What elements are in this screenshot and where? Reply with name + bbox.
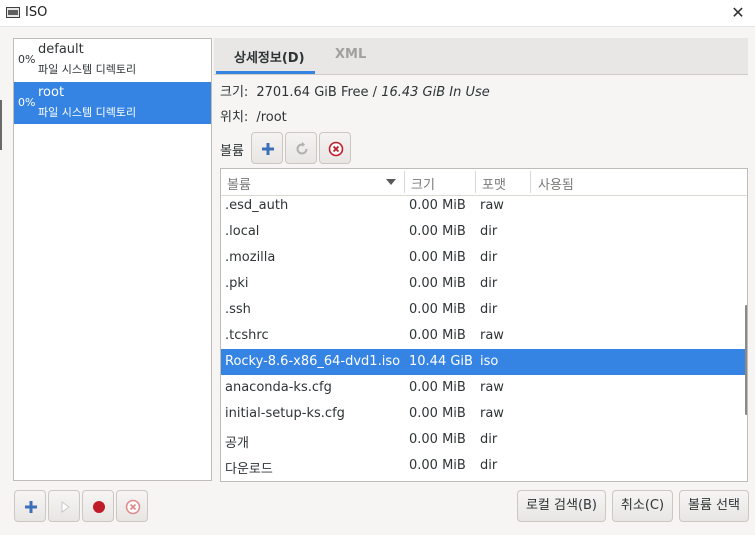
table-row-selected[interactable]: Rocky-8.6-x86_64-dvd1.iso 10.44 GiB iso (221, 349, 747, 375)
stop-icon (93, 501, 105, 513)
column-header-volume[interactable]: 볼륨 (227, 174, 251, 193)
vertical-scrollbar[interactable] (745, 305, 747, 415)
add-icon (262, 143, 274, 155)
volume-name: .pki (225, 276, 249, 291)
add-icon (25, 501, 37, 513)
add-pool-button[interactable] (14, 490, 46, 522)
location-row: 위치: /root (220, 106, 287, 125)
volume-format: dir (480, 302, 498, 317)
volume-size: 0.00 MiB (409, 276, 466, 291)
pool-usage: 0% (18, 96, 36, 109)
volume-format: dir (480, 224, 498, 239)
column-header-size[interactable]: 크기 (411, 174, 435, 193)
location-value: /root (256, 110, 287, 125)
delete-icon (328, 141, 344, 157)
sort-descending-icon (386, 179, 396, 185)
table-row[interactable]: .mozilla 0.00 MiB dir (221, 245, 747, 271)
table-row[interactable]: initial-setup-ks.cfg 0.00 MiB raw (221, 401, 747, 427)
volume-name: initial-setup-ks.cfg (225, 406, 345, 421)
tab-details[interactable]: 상세정보(D) (234, 47, 305, 66)
size-label: 크기: (220, 85, 249, 100)
volume-format: dir (480, 250, 498, 265)
volume-name: anaconda-ks.cfg (225, 380, 332, 395)
volume-size: 0.00 MiB (409, 302, 466, 317)
title-bar: ISO ✕ (0, 0, 755, 27)
window-title: ISO (25, 5, 48, 20)
window-edge (0, 100, 2, 150)
volume-size: 0.00 MiB (409, 250, 466, 265)
volume-name: Rocky-8.6-x86_64-dvd1.iso (225, 354, 401, 369)
volume-size: 0.00 MiB (409, 406, 466, 421)
delete-pool-button[interactable] (116, 490, 148, 522)
column-header-used[interactable]: 사용됨 (538, 174, 574, 193)
table-row[interactable]: anaconda-ks.cfg 0.00 MiB raw (221, 375, 747, 401)
play-icon (61, 501, 70, 513)
table-row[interactable]: .ssh 0.00 MiB dir (221, 297, 747, 323)
detail-tabs: 상세정보(D) XML (214, 38, 748, 75)
table-row[interactable]: .esd_auth 0.00 MiB raw (221, 193, 747, 219)
volume-size: 0.00 MiB (409, 224, 466, 239)
column-divider (404, 171, 405, 193)
volume-name: .mozilla (225, 250, 276, 265)
table-header: 볼륨 크기 포맷 사용됨 (221, 169, 747, 196)
volume-format: dir (480, 432, 498, 447)
volume-size: 0.00 MiB (409, 380, 466, 395)
refresh-icon (296, 142, 308, 155)
table-row[interactable]: 다운로드 0.00 MiB dir (221, 453, 747, 479)
active-tab-indicator (216, 71, 315, 74)
pool-item-default[interactable]: 0% default 파일 시스템 디렉토리 (14, 39, 211, 81)
pool-type: 파일 시스템 디렉토리 (38, 106, 137, 119)
volume-size: 0.00 MiB (409, 328, 466, 343)
cancel-button[interactable]: 취소(C) (612, 490, 673, 522)
app-icon (6, 7, 20, 18)
table-row[interactable]: .tcshrc 0.00 MiB raw (221, 323, 747, 349)
volume-table[interactable]: 볼륨 크기 포맷 사용됨 .esd_auth 0.00 MiB raw .loc… (220, 168, 748, 482)
browse-local-button[interactable]: 로컬 검색(B) (517, 490, 606, 522)
volume-size: 10.44 GiB (409, 354, 473, 369)
tab-xml[interactable]: XML (335, 47, 366, 62)
add-volume-button[interactable] (251, 132, 283, 164)
pool-name: root (38, 85, 65, 100)
volume-name: 다운로드 (225, 462, 273, 477)
start-pool-button[interactable] (48, 490, 80, 522)
choose-volume-button[interactable]: 볼륨 선택 (679, 490, 749, 522)
column-divider (530, 171, 531, 193)
volume-name: .local (225, 224, 260, 239)
size-free: 2701.64 GiB Free (256, 85, 369, 100)
size-separator: / (368, 85, 382, 100)
size-row: 크기: 2701.64 GiB Free / 16.43 GiB In Use (220, 81, 490, 100)
pool-usage: 0% (18, 53, 36, 66)
column-divider (475, 171, 476, 193)
table-row[interactable]: .pki 0.00 MiB dir (221, 271, 747, 297)
volumes-label: 볼륨 (220, 144, 244, 159)
volume-format: iso (480, 354, 499, 369)
volume-name: .ssh (225, 302, 251, 317)
volume-name: .tcshrc (225, 328, 269, 343)
table-row[interactable]: .local 0.00 MiB dir (221, 219, 747, 245)
volume-name: .esd_auth (225, 198, 289, 213)
stop-pool-button[interactable] (82, 490, 114, 522)
volume-format: dir (480, 276, 498, 291)
volume-size: 0.00 MiB (409, 432, 466, 447)
pool-type: 파일 시스템 디렉토리 (38, 63, 137, 76)
delete-icon (125, 499, 141, 515)
refresh-volumes-button[interactable] (285, 132, 317, 164)
close-icon[interactable]: ✕ (729, 3, 747, 22)
volume-format: raw (480, 198, 504, 213)
volume-size: 0.00 MiB (409, 458, 466, 473)
pool-list[interactable]: 0% default 파일 시스템 디렉토리 0% root 파일 시스템 디렉… (13, 38, 212, 481)
volume-format: raw (480, 380, 504, 395)
location-label: 위치: (220, 110, 249, 125)
size-in-use: 16.43 GiB In Use (381, 85, 490, 100)
table-row[interactable]: 공개 0.00 MiB dir (221, 427, 747, 453)
volume-format: raw (480, 328, 504, 343)
volume-format: dir (480, 458, 498, 473)
pool-item-root[interactable]: 0% root 파일 시스템 디렉토리 (14, 82, 211, 124)
pool-name: default (38, 42, 84, 57)
delete-volume-button[interactable] (319, 132, 351, 164)
volume-size: 0.00 MiB (409, 198, 466, 213)
volume-name: 공개 (225, 436, 249, 451)
volume-format: raw (480, 406, 504, 421)
column-header-format[interactable]: 포맷 (482, 174, 506, 193)
